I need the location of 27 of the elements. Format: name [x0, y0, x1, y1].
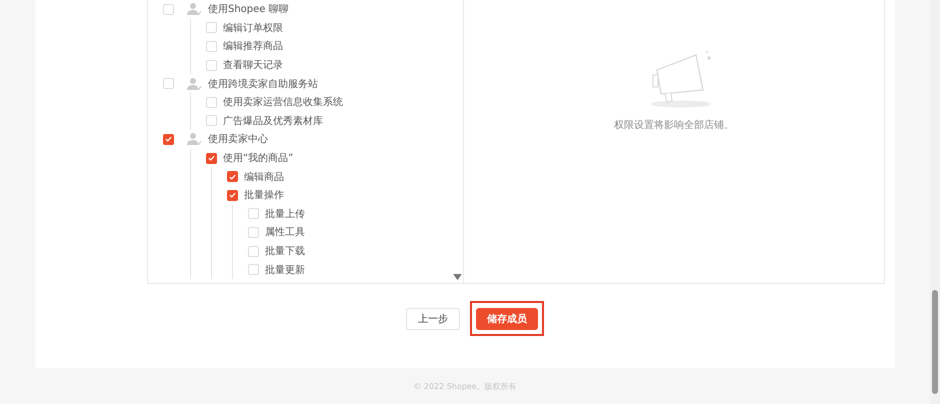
checkbox[interactable] [163, 134, 174, 145]
back-button[interactable]: 上一步 [406, 308, 460, 330]
permission-label: 编辑订单权限 [223, 22, 283, 35]
permission-label: 使用Shopee 聊聊 [208, 3, 289, 16]
scrollbar[interactable] [930, 0, 940, 404]
checkbox[interactable] [227, 190, 238, 201]
permission-label: 使用卖家运营信息收集系统 [223, 96, 343, 110]
permission-label: 批量更新 [265, 264, 305, 277]
user-check-icon [186, 76, 202, 91]
scroll-down-icon[interactable] [453, 274, 462, 281]
permission-label: 使用“我的商品” [223, 152, 294, 166]
permission-label: 编辑推荐商品 [223, 40, 283, 54]
permission-label: 批量操作 [244, 188, 284, 202]
user-check-icon [186, 132, 202, 146]
checkbox[interactable] [206, 152, 217, 164]
permission-label: 批量下载 [265, 244, 305, 258]
notice-text: 权限设置将影响全部店铺。 [614, 118, 734, 132]
permission-label: 使用卖家中心 [208, 132, 268, 146]
permission-label: 属性工具 [265, 226, 305, 240]
permission-label: 使用跨境卖家自助服务站 [208, 78, 318, 91]
save-member-button[interactable]: 储存成员 [476, 308, 538, 330]
permission-label: 批量上传 [265, 208, 305, 221]
permission-label: 查看聊天记录 [223, 58, 283, 72]
checkbox[interactable] [227, 171, 238, 182]
permission-label: 广告爆品及优秀素材库 [223, 114, 323, 128]
user-check-icon [186, 2, 202, 16]
permission-label: 编辑商品 [244, 170, 284, 184]
